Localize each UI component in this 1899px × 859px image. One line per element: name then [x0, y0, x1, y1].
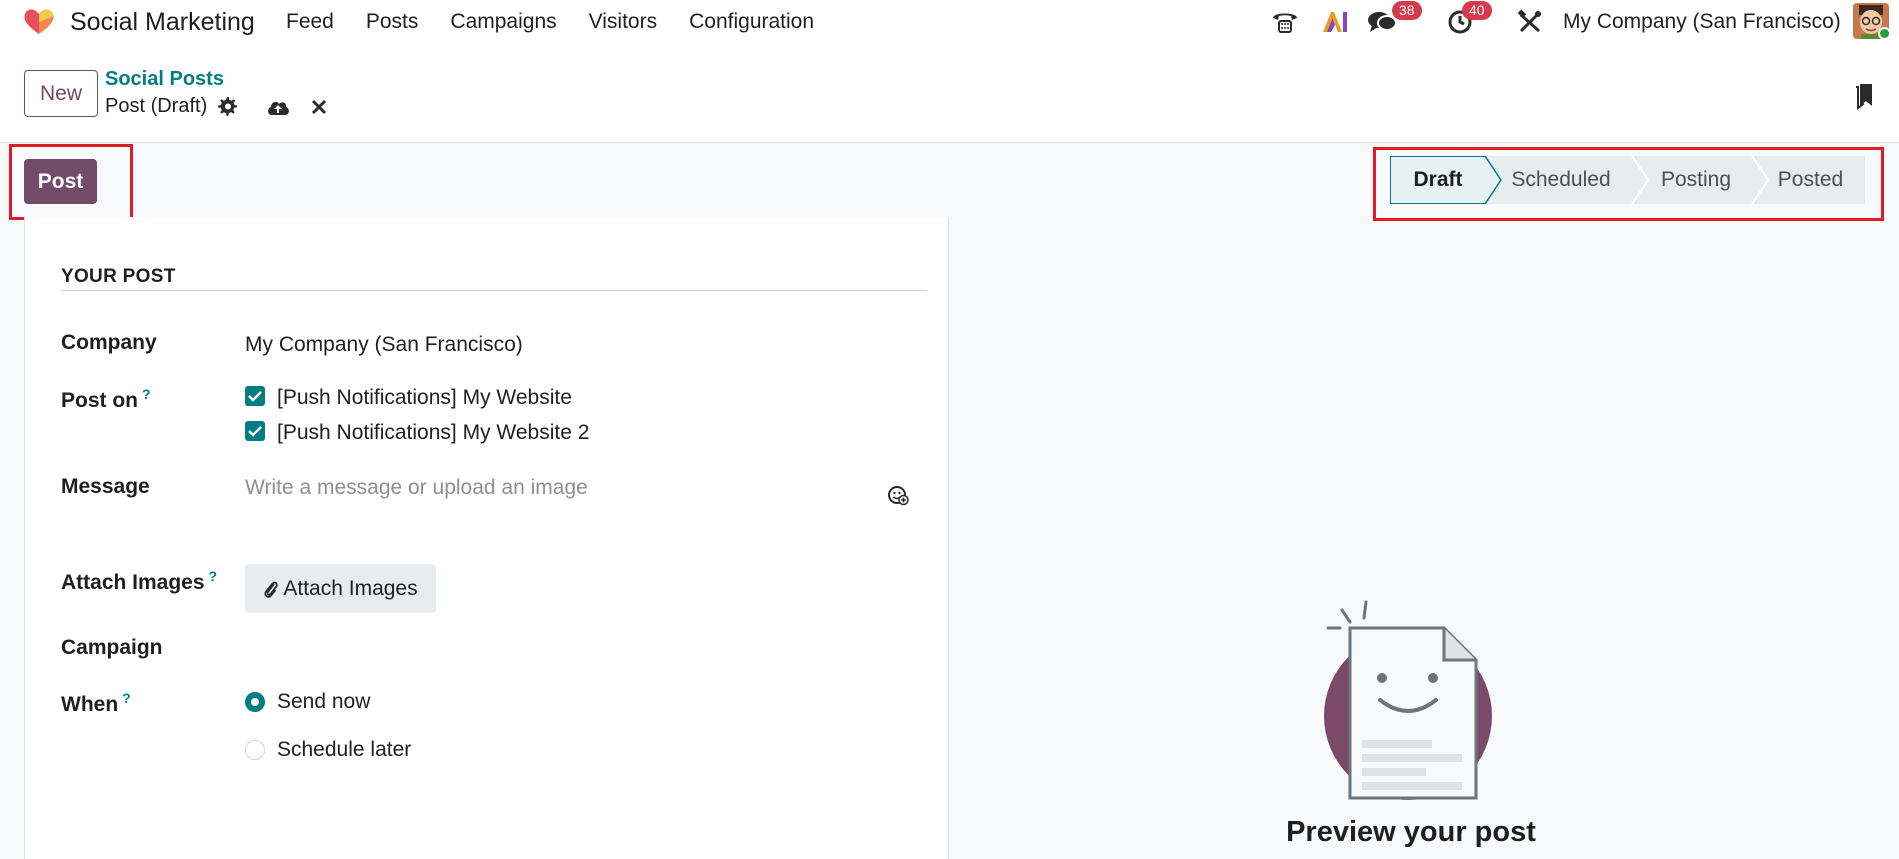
menu-item-posts[interactable]: Posts	[366, 10, 419, 34]
emoji-picker-icon[interactable]	[887, 484, 909, 506]
heart-logo-icon[interactable]	[22, 6, 56, 36]
form-sheet	[24, 217, 949, 859]
messages-badge: 38	[1392, 1, 1422, 20]
cloud-upload-icon[interactable]	[266, 96, 290, 118]
menu-item-visitors[interactable]: Visitors	[589, 10, 657, 34]
app-name[interactable]: Social Marketing	[70, 8, 255, 37]
preview-title: Preview your post	[1286, 816, 1536, 848]
preview-illustration	[1324, 600, 1492, 800]
menu-item-configuration[interactable]: Configuration	[689, 10, 814, 34]
highlight-box-statusbar	[1373, 147, 1884, 221]
account-label-2[interactable]: [Push Notifications] My Website 2	[277, 421, 589, 445]
message-input[interactable]: Write a message or upload an image	[245, 476, 588, 500]
section-title: YOUR POST	[61, 266, 176, 287]
campaign-label: Campaign	[61, 636, 163, 659]
help-icon[interactable]: ?	[142, 386, 151, 402]
phone-icon[interactable]	[1268, 4, 1302, 40]
send-now-label[interactable]: Send now	[277, 690, 370, 714]
activities-badge: 40	[1462, 1, 1492, 20]
new-button[interactable]: New	[24, 70, 98, 117]
menu-item-feed[interactable]: Feed	[286, 10, 334, 34]
tools-icon[interactable]	[1516, 4, 1544, 40]
when-label: When?	[61, 690, 131, 716]
online-status-dot	[1878, 27, 1891, 40]
company-field[interactable]: My Company (San Francisco)	[245, 333, 523, 357]
company-label: Company	[61, 331, 157, 354]
account-checkbox-1[interactable]	[245, 386, 265, 406]
radio-send-now[interactable]	[245, 692, 265, 712]
ai-icon[interactable]	[1320, 4, 1350, 40]
menu-item-campaigns[interactable]: Campaigns	[450, 10, 556, 34]
top-navbar: Social Marketing Feed Posts Campaigns Vi…	[0, 0, 1899, 44]
attach-images-button-label: Attach Images	[283, 576, 418, 600]
paperclip-icon	[264, 581, 279, 598]
section-divider	[61, 290, 927, 291]
gear-icon[interactable]	[216, 96, 240, 118]
main-menu: Feed Posts Campaigns Visitors Configurat…	[286, 10, 846, 34]
schedule-later-label[interactable]: Schedule later	[277, 738, 411, 762]
attach-images-button[interactable]: Attach Images	[245, 564, 436, 613]
post-on-label: Post on?	[61, 386, 151, 412]
company-switcher[interactable]: My Company (San Francisco)	[1563, 10, 1841, 34]
message-label: Message	[61, 475, 150, 498]
help-icon[interactable]: ?	[209, 568, 218, 584]
breadcrumb-social-posts[interactable]: Social Posts	[105, 68, 224, 91]
highlight-box-post	[9, 144, 133, 220]
help-icon[interactable]: ?	[122, 690, 131, 706]
breadcrumb-current: Post (Draft)	[105, 95, 208, 117]
attach-images-label: Attach Images?	[61, 568, 218, 594]
account-label-1[interactable]: [Push Notifications] My Website	[277, 386, 572, 410]
radio-schedule-later[interactable]	[245, 740, 265, 760]
bookmark-icon[interactable]	[1854, 82, 1874, 110]
account-checkbox-2[interactable]	[245, 421, 265, 441]
close-icon[interactable]	[307, 96, 331, 118]
